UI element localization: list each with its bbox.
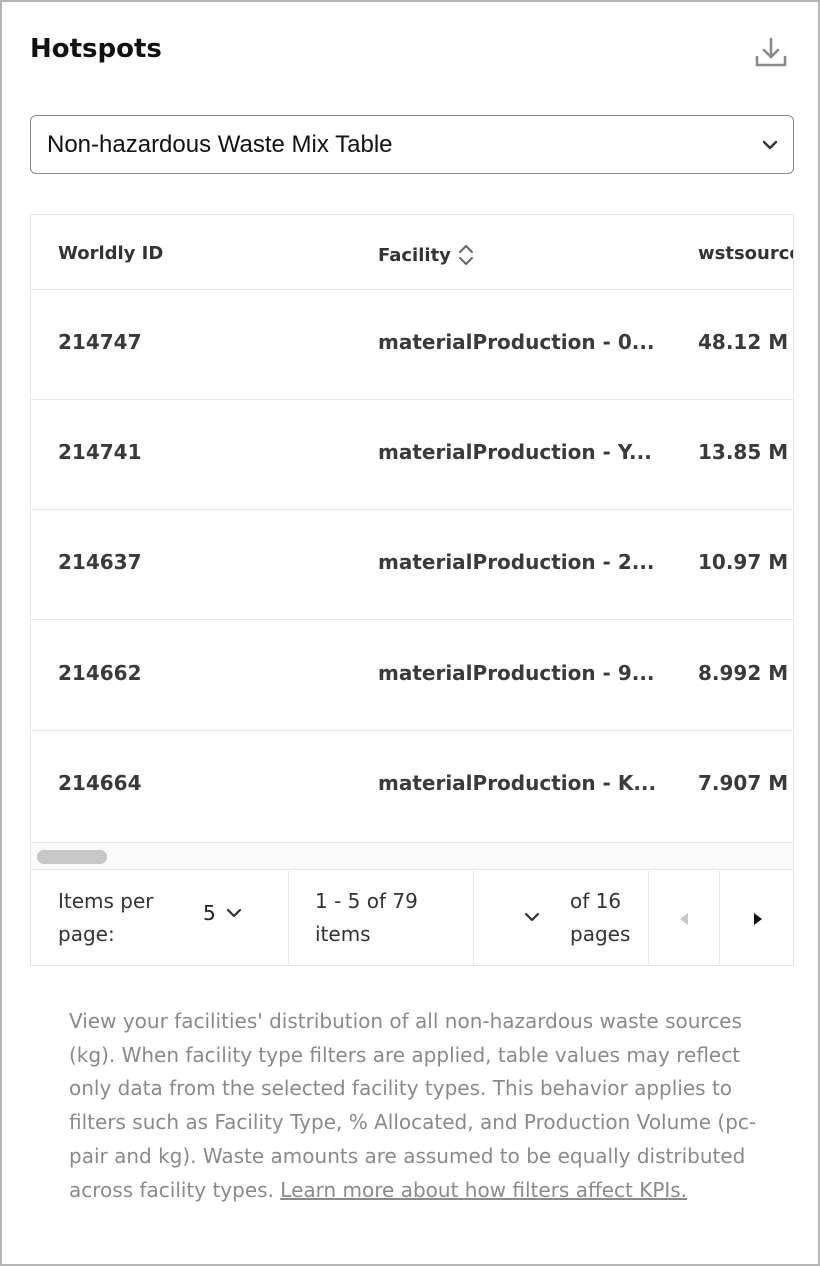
items-per-page-select[interactable]: 5 — [203, 901, 244, 925]
table-row[interactable]: 214637 materialProduction - 2... 10.97 M — [31, 510, 793, 620]
cell-wstsource: 7.907 M — [698, 771, 789, 795]
download-button[interactable] — [750, 32, 792, 74]
card-title: Hotspots — [30, 34, 162, 64]
total-pages-text: of 16 pages — [570, 889, 631, 946]
cell-wstsource: 10.97 M — [698, 550, 789, 574]
items-per-page-section: Items per page: 5 — [31, 871, 289, 965]
column-header-facility-label: Facility — [378, 244, 451, 266]
cell-facility: materialProduction - 0... — [378, 330, 655, 354]
table-row[interactable]: 214741 materialProduction - Y... 13.85 M — [31, 400, 793, 510]
chevron-down-icon — [524, 912, 540, 922]
items-per-page-label: Items per page: — [58, 889, 154, 946]
cell-facility: materialProduction - 9... — [378, 661, 655, 685]
cell-wstsource: 48.12 M — [698, 330, 789, 354]
triangle-right-icon — [753, 912, 762, 925]
cell-worldly-id: 214664 — [58, 771, 142, 795]
hotspots-table: Worldly ID Facility wstsource 214747 mat… — [30, 214, 794, 966]
column-header-worldly-id: Worldly ID — [58, 243, 164, 264]
cell-worldly-id: 214637 — [58, 550, 142, 574]
cell-wstsource: 8.992 M — [698, 661, 789, 685]
sort-updown-icon — [458, 245, 473, 265]
column-header-facility[interactable]: Facility — [378, 243, 475, 267]
table-type-dropdown[interactable]: Non-hazardous Waste Mix Table — [30, 115, 794, 174]
triangle-left-icon — [680, 912, 688, 925]
hotspots-card: Hotspots Non-hazardous Waste Mix Table W… — [0, 0, 820, 1266]
cell-worldly-id: 214662 — [58, 661, 142, 685]
next-page-button[interactable] — [720, 871, 793, 965]
table-row[interactable]: 214664 materialProduction - K... 7.907 M — [31, 731, 793, 841]
cell-worldly-id: 214741 — [58, 440, 142, 464]
cell-worldly-id: 214747 — [58, 330, 142, 354]
table-row[interactable]: 214747 materialProduction - 0... 48.12 M — [31, 290, 793, 400]
cell-facility: materialProduction - 2... — [378, 550, 655, 574]
table-description: View your facilities' distribution of al… — [69, 1005, 769, 1207]
download-icon — [755, 37, 787, 67]
chevron-down-icon — [226, 908, 241, 918]
items-per-page-value: 5 — [203, 901, 216, 925]
learn-more-link[interactable]: Learn more about how filters affect KPIs… — [280, 1178, 687, 1202]
item-range-section: 1 - 5 of 79 items — [289, 871, 474, 965]
page-select-section: of 16 pages — [474, 871, 649, 965]
item-range-text: 1 - 5 of 79 items — [315, 889, 418, 946]
cell-facility: materialProduction - K... — [378, 771, 657, 795]
table-header: Worldly ID Facility wstsource — [31, 215, 794, 290]
cell-facility: materialProduction - Y... — [378, 440, 652, 464]
description-text: View your facilities' distribution of al… — [69, 1009, 757, 1202]
chevron-down-icon — [762, 140, 778, 150]
column-header-wstsource: wstsource — [698, 243, 794, 264]
pagination-bar: Items per page: 5 1 - 5 of 79 items of 1 — [31, 871, 793, 965]
page-number-select[interactable] — [522, 907, 542, 932]
previous-page-button[interactable] — [649, 871, 720, 965]
horizontal-scrollbar[interactable] — [31, 842, 793, 870]
table-row[interactable]: 214662 materialProduction - 9... 8.992 M — [31, 621, 793, 731]
dropdown-selected-value: Non-hazardous Waste Mix Table — [47, 130, 393, 158]
scrollbar-thumb[interactable] — [37, 850, 107, 864]
cell-wstsource: 13.85 M — [698, 440, 789, 464]
